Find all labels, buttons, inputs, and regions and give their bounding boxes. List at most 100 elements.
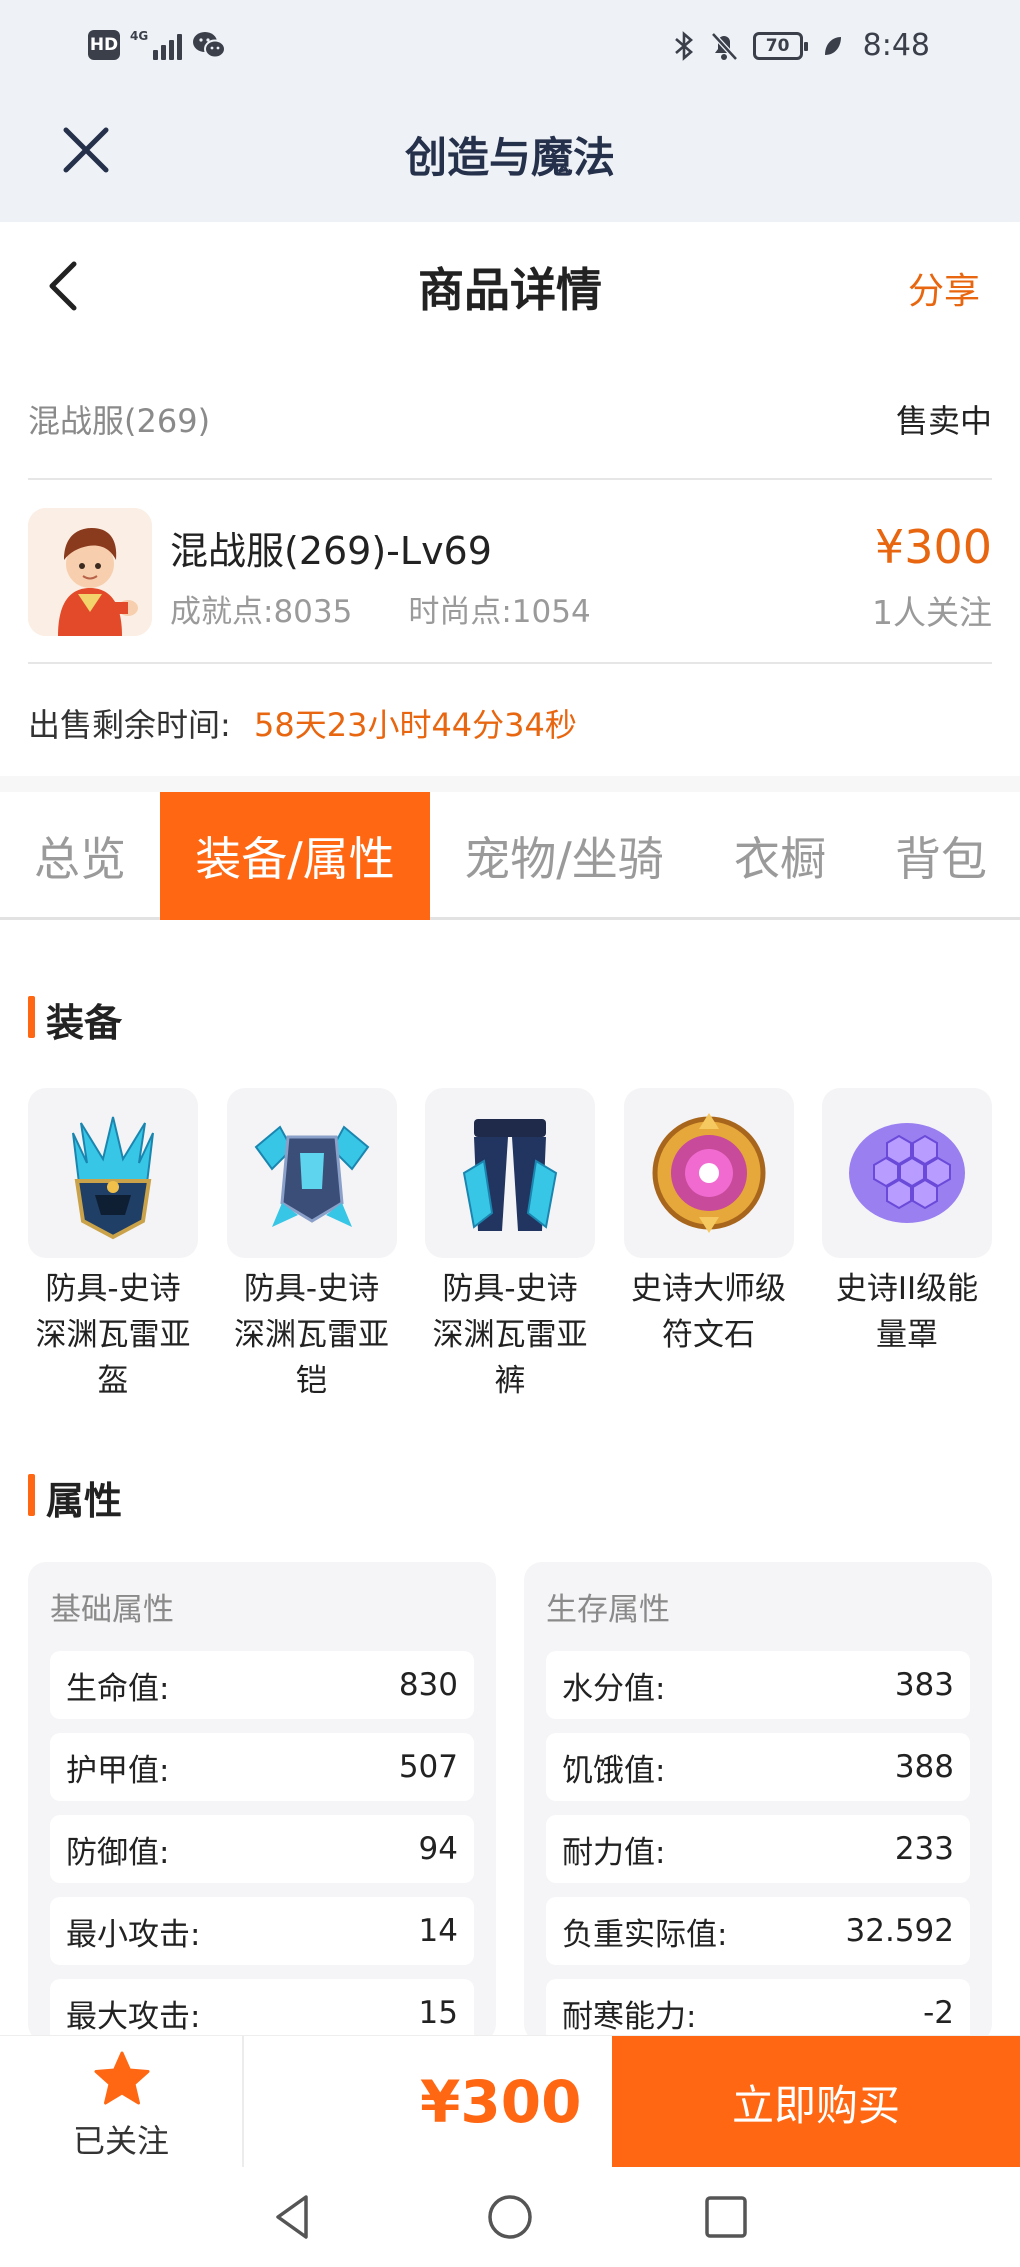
attribute-value: 32.592 (845, 1913, 954, 1949)
home-circle-icon[interactable] (484, 2191, 536, 2243)
status-left: HD 4G (88, 29, 227, 60)
tab-bar: 总览 装备/属性 宠物/坐骑 衣橱 背包 (0, 792, 1020, 920)
signal-icon: 4G (130, 29, 183, 60)
bottom-price: ¥300 (420, 2068, 582, 2136)
sale-status: 售卖中 (895, 402, 992, 440)
attribute-label: 防御值: (66, 1834, 170, 1871)
share-button[interactable]: 分享 (908, 262, 980, 314)
product-price: ¥300 (874, 520, 992, 574)
star-icon (94, 2051, 150, 2105)
equipment-name-line: 铠 (296, 1363, 327, 1399)
survival-attributes-panel: 生存属性 水分值: 383 饥饿值: 388 耐力值: 233 负重实际值: 32.59… (524, 1562, 992, 2042)
battery-icon: 70 (752, 31, 808, 60)
hd-icon: HD (88, 30, 120, 60)
panel-title: 基础属性 (50, 1592, 174, 1628)
equipment-name-line: 防具-史诗 (243, 1271, 380, 1307)
equipment-name-line: 深渊瓦雷亚 (432, 1317, 588, 1353)
equipment-item[interactable]: 防具-史诗 深渊瓦雷亚 盔 (28, 1088, 198, 1404)
follow-button[interactable]: 已关注 (0, 2036, 244, 2168)
character-avatar (28, 508, 152, 636)
attribute-row: 耐力值: 233 (546, 1815, 970, 1883)
attribute-row: 生命值: 830 (50, 1651, 474, 1719)
attribute-value: 830 (398, 1667, 458, 1703)
equipment-name-line: 史诗II级能 (835, 1271, 979, 1307)
server-name: 混战服(269) (28, 402, 211, 440)
wechat-icon (193, 32, 227, 59)
attribute-value: 383 (894, 1667, 954, 1703)
tab-equipment-attributes[interactable]: 装备/属性 (160, 792, 430, 920)
attribute-label: 水分值: (562, 1670, 666, 1707)
basic-attributes-panel: 基础属性 生命值: 830 护甲值: 507 防御值: 94 最小攻击: 14 最大攻击… (28, 1562, 496, 2042)
attribute-row: 最大攻击: 15 (50, 1979, 474, 2042)
armor-icon (226, 1088, 397, 1258)
attribute-label: 耐力值: (562, 1834, 666, 1871)
attribute-value: 388 (894, 1749, 954, 1785)
section-divider (0, 776, 1020, 792)
equipment-item[interactable]: 史诗大师级 符文石 (623, 1088, 794, 1404)
status-right: 70 8:48 (673, 28, 930, 63)
attribute-row: 饥饿值: 388 (546, 1733, 970, 1801)
equipment-item[interactable]: 防具-史诗 深渊瓦雷亚 裤 (425, 1088, 595, 1404)
remaining-time-row: 出售剩余时间: 58天23小时44分34秒 (28, 664, 992, 790)
equipment-section-title: 装备 (28, 992, 122, 1047)
back-triangle-icon[interactable] (266, 2191, 318, 2243)
remaining-time-value: 58天23小时44分34秒 (254, 706, 577, 744)
app-title: 创造与魔法 (404, 133, 615, 182)
attribute-label: 负重实际值: (562, 1916, 728, 1953)
fashion-points: 时尚点:1054 (408, 594, 591, 630)
rune-stone-icon (623, 1088, 794, 1258)
attribute-value: 94 (418, 1831, 458, 1867)
remaining-time-label: 出售剩余时间: (28, 706, 231, 744)
energy-shield-icon (822, 1088, 992, 1258)
equipment-name-line: 防具-史诗 (442, 1271, 578, 1307)
panel-title: 生存属性 (546, 1592, 670, 1628)
bottom-action-bar: 已关注 ¥300 立即购买 (0, 2035, 1020, 2168)
product-summary[interactable]: 混战服(269)-Lv69 成就点:8035 时尚点:1054 ¥300 1人关… (28, 480, 992, 664)
attribute-row: 护甲值: 507 (50, 1733, 474, 1801)
equipment-name-line: 史诗大师级 (631, 1271, 786, 1307)
equipment-name-line: 裤 (494, 1363, 526, 1399)
equipment-item[interactable]: 防具-史诗 深渊瓦雷亚 铠 (226, 1088, 397, 1404)
attribute-label: 护甲值: (66, 1752, 170, 1789)
equipment-item[interactable]: 史诗II级能 量罩 (822, 1088, 992, 1404)
status-bar: HD 4G 70 8:48 (0, 0, 1020, 100)
attribute-value: 507 (398, 1749, 458, 1785)
attribute-label: 最大攻击: (66, 1998, 201, 2035)
page-title: 商品详情 (418, 263, 602, 317)
points-line: 成就点:8035 时尚点:1054 (170, 586, 591, 631)
product-name: 混战服(269)-Lv69 (170, 529, 492, 573)
buy-now-button[interactable]: 立即购买 (612, 2036, 1020, 2168)
equipment-name-line: 深渊瓦雷亚 (35, 1317, 191, 1353)
network-type: 4G (130, 29, 149, 43)
follow-label: 已关注 (72, 2122, 169, 2160)
achievement-points: 成就点:8035 (170, 594, 353, 630)
recents-square-icon[interactable] (700, 2191, 752, 2243)
pants-icon (425, 1088, 595, 1258)
watcher-count: 1人关注 (872, 593, 992, 632)
clock: 8:48 (862, 28, 930, 63)
tab-wardrobe[interactable]: 衣橱 (698, 792, 862, 920)
attribute-value: 14 (418, 1913, 458, 1949)
attribute-row: 水分值: 383 (546, 1651, 970, 1719)
equipment-name-line: 盔 (97, 1363, 129, 1399)
attribute-row: 负重实际值: 32.592 (546, 1897, 970, 1965)
attribute-label: 饥饿值: (562, 1752, 666, 1789)
attribute-label: 最小攻击: (66, 1916, 201, 1953)
leaf-icon (824, 36, 841, 55)
attributes-section-title: 属性 (28, 1470, 122, 1525)
tab-pets-mounts[interactable]: 宠物/坐骑 (430, 792, 698, 920)
attribute-label: 耐寒能力: (562, 1998, 697, 2035)
attribute-label: 生命值: (66, 1670, 170, 1707)
tab-backpack[interactable]: 背包 (862, 792, 1020, 920)
tab-overview[interactable]: 总览 (0, 792, 160, 920)
attribute-panels: 基础属性 生命值: 830 护甲值: 507 防御值: 94 最小攻击: 14 最大攻击… (28, 1562, 992, 2042)
equipment-name-line: 符文石 (662, 1317, 755, 1353)
attribute-value: -2 (923, 1995, 954, 2031)
attribute-row: 防御值: 94 (50, 1815, 474, 1883)
equipment-name-line: 量罩 (876, 1317, 938, 1353)
attribute-row: 最小攻击: 14 (50, 1897, 474, 1965)
helmet-icon (28, 1088, 198, 1258)
bluetooth-icon (674, 30, 693, 61)
attribute-value: 233 (894, 1831, 954, 1867)
bell-muted-icon (710, 31, 738, 61)
